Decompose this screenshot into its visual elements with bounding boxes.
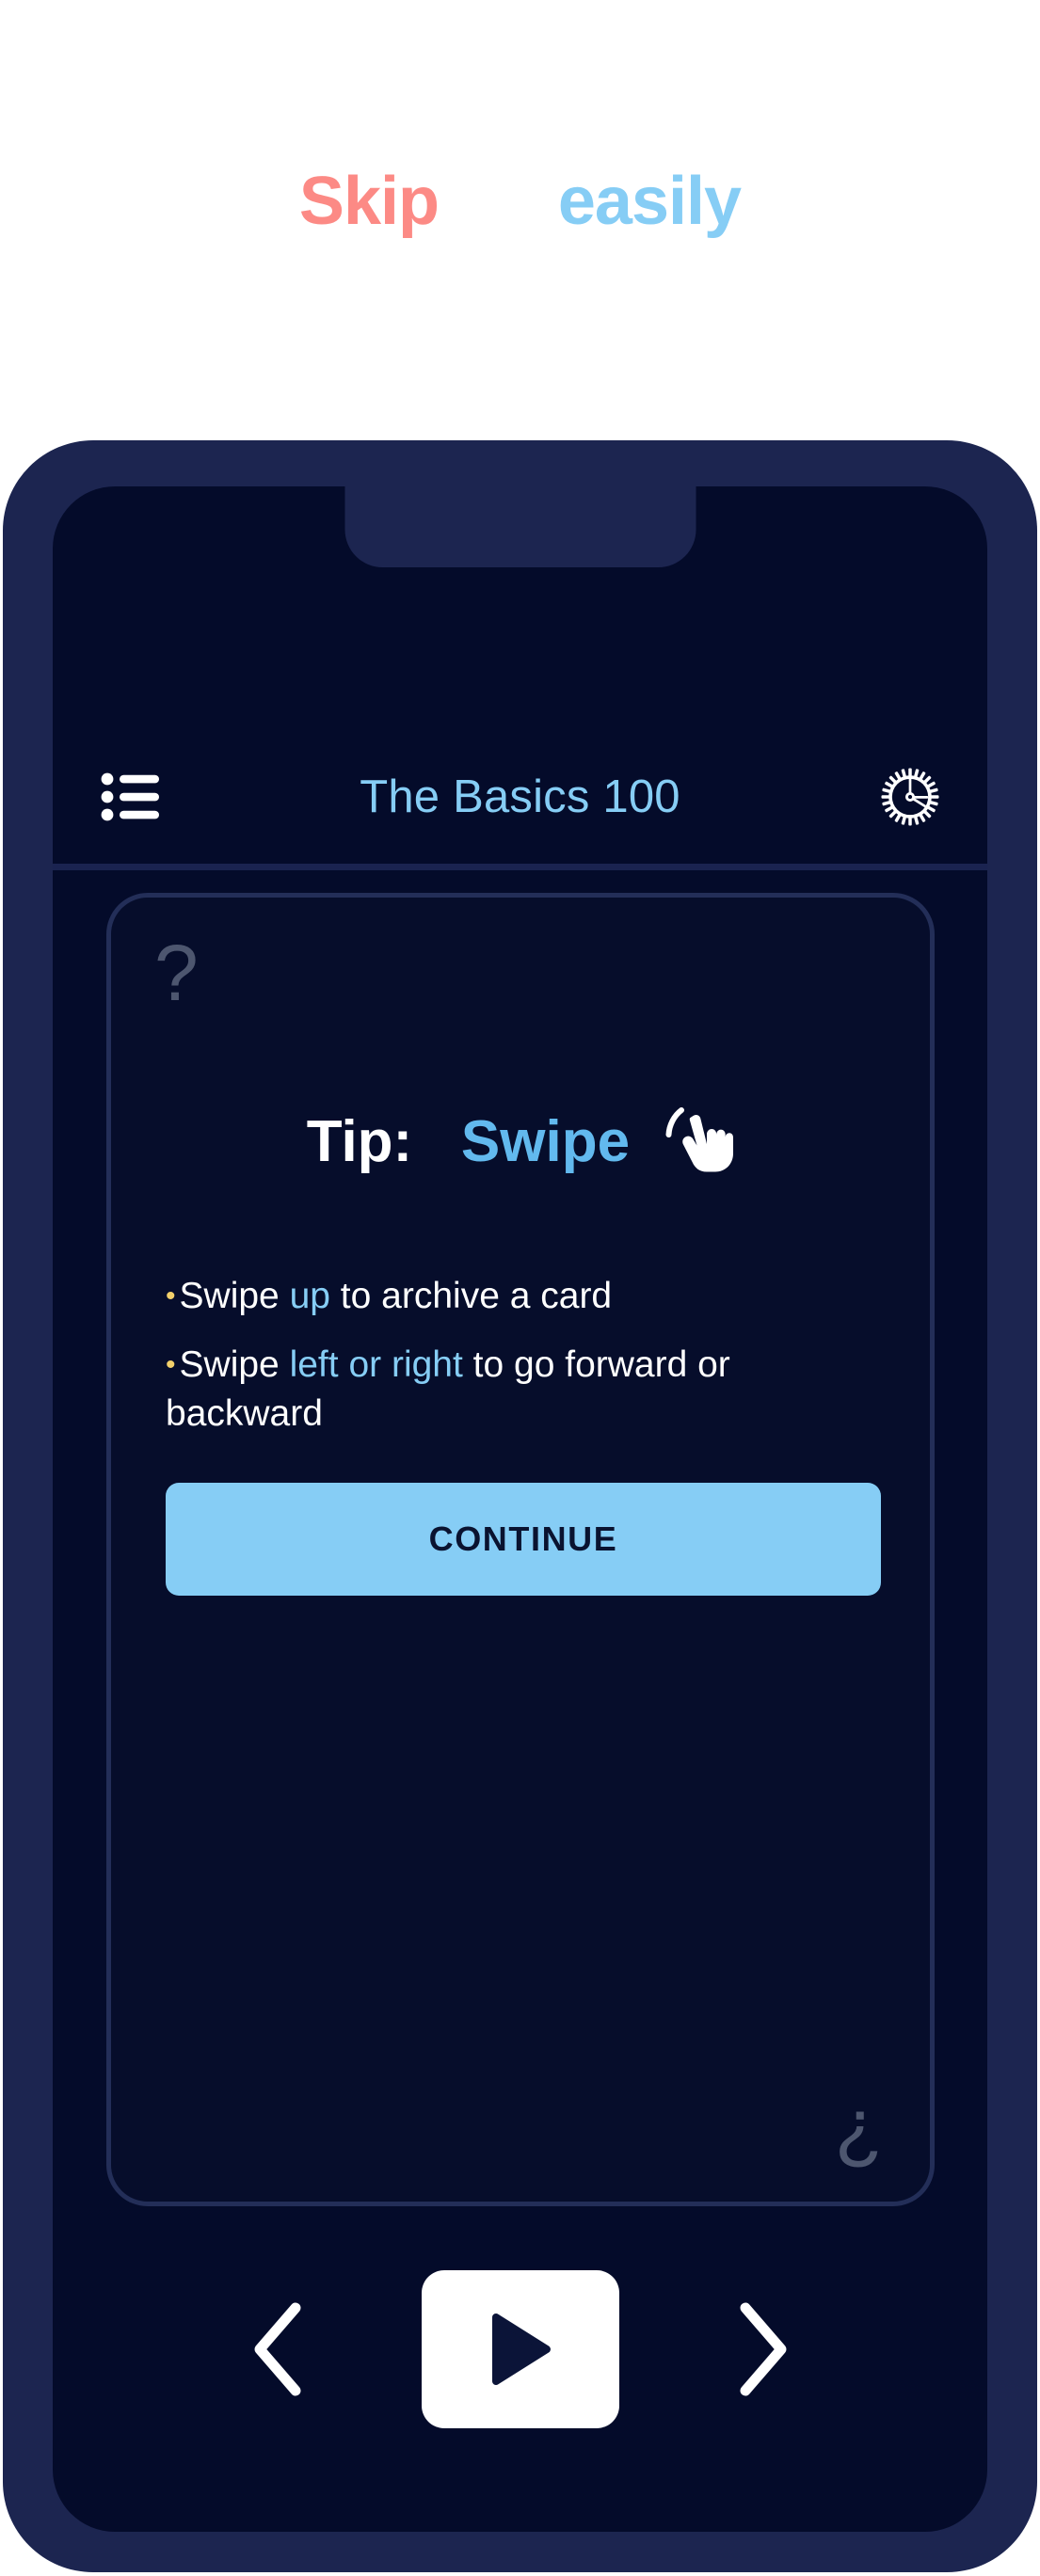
chevron-left-icon	[254, 2302, 300, 2396]
caption-word-skip: Skip	[298, 164, 440, 239]
bullet-marker: •	[166, 1280, 176, 1312]
previous-button[interactable]	[241, 2298, 311, 2400]
tip-bullet-list: • Swipe up to archive a card • Swipe left …	[166, 1272, 881, 1458]
phone-screen: The Basics 100 ? ¿ Tip: Swipe • Swipe up…	[53, 486, 987, 2532]
phone-notch	[344, 486, 696, 567]
app-header: The Basics 100	[53, 731, 987, 863]
bullet-text-tail: to archive a card	[329, 1276, 613, 1316]
bullet-text-plain: Swipe	[179, 1344, 290, 1386]
next-button[interactable]	[730, 2298, 800, 2400]
continue-button[interactable]: CONTINUE	[166, 1483, 881, 1596]
settings-button[interactable]	[874, 761, 946, 833]
bullet-text-highlight: up	[289, 1276, 330, 1316]
play-icon	[491, 2314, 551, 2385]
bullet-text-highlight: left or right	[289, 1344, 463, 1386]
caption-word-easily: easily	[557, 164, 742, 239]
tip-card: ? ¿ Tip: Swipe • Swipe up to archive a ca…	[106, 893, 935, 2206]
card-content: Tip: Swipe • Swipe up to archive a card •…	[111, 898, 930, 2202]
chevron-right-icon	[740, 2302, 786, 2396]
tip-title: Tip: Swipe	[111, 1103, 930, 1174]
bullet-text-plain: Swipe	[179, 1276, 290, 1316]
tip-word: Swipe	[460, 1109, 631, 1174]
headline-caption: Skip easily	[0, 167, 1040, 235]
header-divider	[53, 864, 987, 870]
list-icon	[101, 772, 159, 821]
bottom-navigation	[53, 2255, 987, 2443]
bullet-marker: •	[166, 1349, 176, 1381]
page-title: The Basics 100	[360, 771, 680, 822]
tip-label: Tip:	[306, 1109, 413, 1174]
pointing-hand-icon	[665, 1107, 734, 1172]
menu-button[interactable]	[94, 761, 166, 833]
list-item: • Swipe left or right to go forward or ba…	[166, 1341, 881, 1438]
list-item: • Swipe up to archive a card	[166, 1272, 881, 1320]
gear-icon	[881, 768, 939, 826]
play-button[interactable]	[421, 2270, 619, 2428]
phone-frame: The Basics 100 ? ¿ Tip: Swipe • Swipe up…	[3, 440, 1037, 2572]
